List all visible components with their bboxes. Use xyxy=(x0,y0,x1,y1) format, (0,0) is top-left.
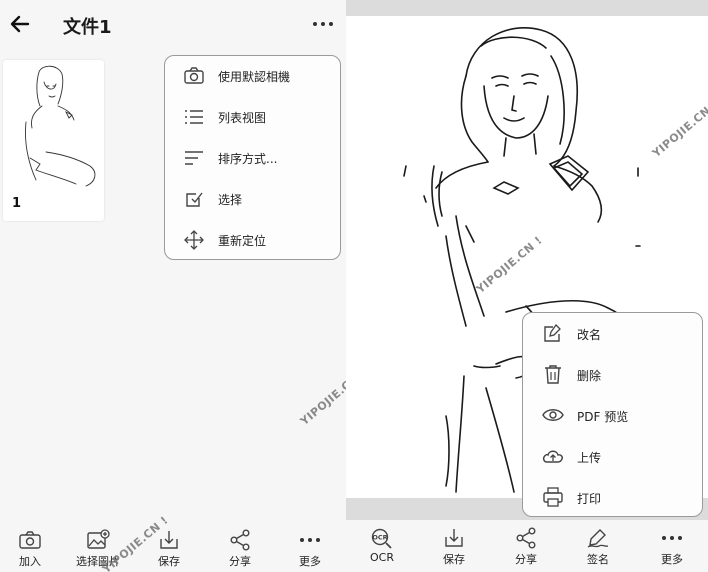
printer-icon xyxy=(542,486,564,508)
top-app-bar: 文件1 xyxy=(0,0,346,52)
toolbar-label: 更多 xyxy=(661,553,683,566)
eye-icon xyxy=(542,404,564,426)
sign-button[interactable]: 签名 xyxy=(568,520,628,570)
more-button[interactable]: 更多 xyxy=(280,522,340,572)
share-button[interactable]: 分享 xyxy=(496,520,556,570)
share-button[interactable]: 分享 xyxy=(210,522,270,572)
back-arrow-icon[interactable] xyxy=(8,12,32,36)
save-button[interactable]: 保存 xyxy=(424,520,484,570)
menu-item-label: PDF 预览 xyxy=(577,410,629,424)
menu-item-label: 列表视图 xyxy=(218,111,267,125)
trash-icon xyxy=(542,363,564,385)
menu-item-label: 排序方式... xyxy=(218,152,278,166)
menu-item-label: 改名 xyxy=(577,328,602,342)
menu-item-upload[interactable]: 上传 xyxy=(523,436,704,476)
menu-item-select[interactable]: 选择 xyxy=(165,179,342,219)
page-thumbnail[interactable]: 1 xyxy=(3,60,104,221)
more-dots-icon xyxy=(660,527,684,549)
download-icon xyxy=(442,527,466,549)
toolbar-label: OCR xyxy=(370,551,394,564)
toolbar-label: 更多 xyxy=(299,555,321,568)
right-screen: 改名 删除 PDF 预览 上传 打印 OCR OCR 保存 分享 签名 更多 Y… xyxy=(346,0,708,572)
toolbar-label: 签名 xyxy=(587,553,609,566)
camera-icon xyxy=(18,529,42,551)
ocr-icon: OCR xyxy=(370,527,394,549)
camera-icon xyxy=(183,66,205,86)
bottom-toolbar: OCR OCR 保存 分享 签名 更多 xyxy=(346,520,708,572)
overflow-menu: 使用默認相機 列表视图 排序方式... 选择 重新定位 xyxy=(164,55,341,260)
toolbar-label: 分享 xyxy=(515,553,537,566)
share-icon xyxy=(228,529,252,551)
more-dots-icon xyxy=(298,529,322,551)
select-checkbox-icon xyxy=(183,189,205,209)
bottom-toolbar: 加入 选择圖片 保存 分享 更多 xyxy=(0,522,346,572)
menu-item-sort-by[interactable]: 排序方式... xyxy=(165,138,342,178)
page-title: 文件1 xyxy=(63,17,112,38)
svg-text:OCR: OCR xyxy=(372,534,387,542)
more-vert-icon[interactable] xyxy=(310,14,336,34)
signature-icon xyxy=(586,527,610,549)
left-screen: 文件1 1 使用默認相機 列表视图 排序方式... 选择 重新定位 加入 选择圖… xyxy=(0,0,369,572)
add-button[interactable]: 加入 xyxy=(0,522,60,572)
move-arrows-icon xyxy=(183,230,205,250)
page-context-menu: 改名 删除 PDF 预览 上传 打印 xyxy=(522,312,703,517)
more-button[interactable]: 更多 xyxy=(642,520,702,570)
menu-item-rename[interactable]: 改名 xyxy=(523,313,704,353)
menu-item-delete[interactable]: 删除 xyxy=(523,354,704,394)
menu-item-pdf-preview[interactable]: PDF 预览 xyxy=(523,395,704,435)
toolbar-label: 加入 xyxy=(19,555,41,568)
menu-item-label: 使用默認相機 xyxy=(218,70,291,84)
ocr-button[interactable]: OCR OCR xyxy=(352,520,412,570)
menu-item-print[interactable]: 打印 xyxy=(523,477,704,517)
toolbar-label: 保存 xyxy=(158,555,180,568)
sort-icon xyxy=(183,148,205,168)
share-icon xyxy=(514,527,538,549)
toolbar-label: 保存 xyxy=(443,553,465,566)
menu-item-label: 选择 xyxy=(218,193,243,207)
add-image-icon xyxy=(86,529,110,551)
menu-item-label: 上传 xyxy=(577,451,602,465)
menu-item-label: 重新定位 xyxy=(218,234,267,248)
toolbar-label: 分享 xyxy=(229,555,251,568)
download-icon xyxy=(157,529,181,551)
cloud-upload-icon xyxy=(542,445,564,467)
page-number-label: 1 xyxy=(12,196,22,211)
menu-item-label: 删除 xyxy=(577,369,602,383)
menu-item-list-view[interactable]: 列表视图 xyxy=(165,97,342,137)
rename-icon xyxy=(542,322,564,344)
list-icon xyxy=(183,107,205,127)
menu-item-relocate[interactable]: 重新定位 xyxy=(165,220,342,260)
menu-item-use-default-camera[interactable]: 使用默認相機 xyxy=(165,56,342,96)
menu-item-label: 打印 xyxy=(577,492,602,506)
thumbnail-sketch-image xyxy=(6,62,101,192)
